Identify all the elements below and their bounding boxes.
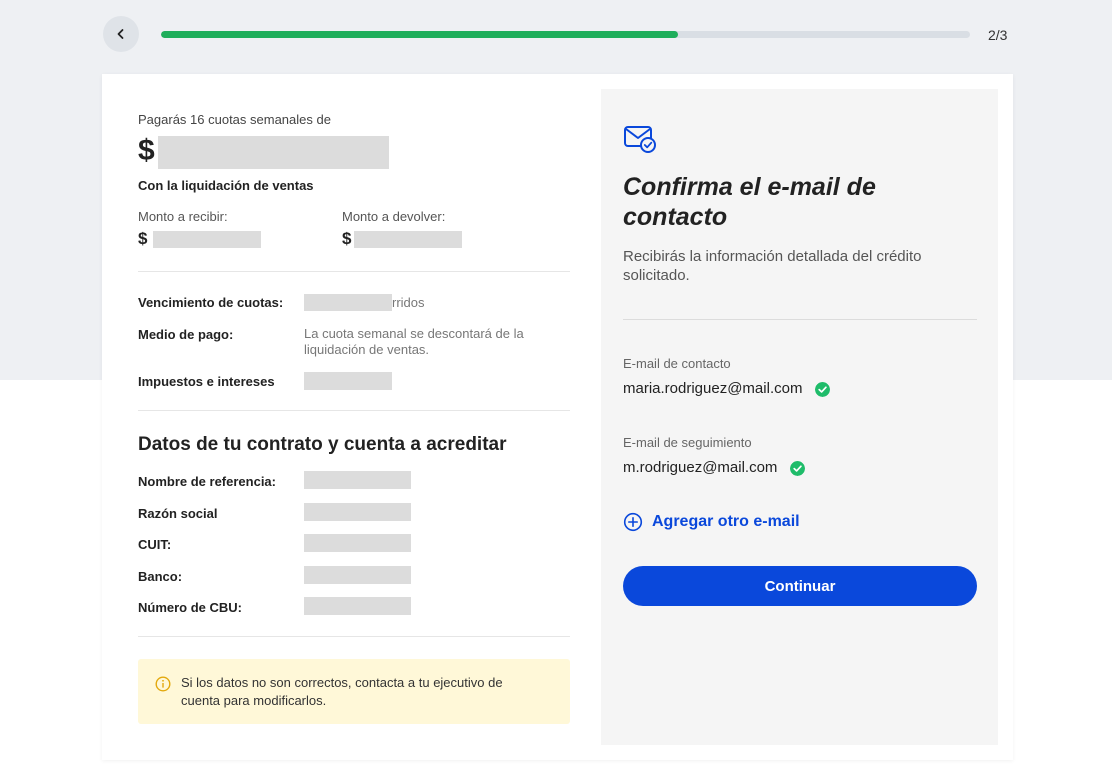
payment-value: La cuota semanal se descontará de la liq… [304, 326, 524, 357]
field-label-bank: Banco: [138, 569, 183, 584]
due-value-suffix: rridos [392, 295, 425, 310]
add-email-label: Agregar otro e-mail [652, 513, 800, 530]
field-value-redacted [304, 534, 411, 552]
notice-text: Si los datos no son correctos, contacta … [181, 675, 503, 708]
field-label-company-name: Razón social [138, 506, 218, 521]
field-label-reference-name: Nombre de referencia: [138, 474, 276, 489]
contact-email-row: maria.rodriguez@mail.com [623, 380, 830, 397]
panel-title: Confirma el e-mail de contacto [623, 173, 876, 231]
return-amount-redacted [354, 231, 462, 248]
check-circle-icon [789, 460, 805, 476]
installments-intro: Pagarás 16 cuotas semanales de [138, 112, 331, 127]
add-email-button[interactable]: Agregar otro e-mail [623, 512, 800, 532]
field-value-redacted [304, 566, 411, 584]
receive-amount-redacted [153, 231, 261, 248]
chevron-left-icon [117, 29, 124, 39]
amount-subtitle: Con la liquidación de ventas [138, 178, 314, 193]
taxes-label: Impuestos e intereses [138, 374, 275, 389]
amount-currency: $ [138, 134, 155, 167]
progress-bar [161, 31, 970, 38]
check-circle-icon [814, 381, 830, 397]
followup-email-value: m.rodriguez@mail.com [623, 459, 778, 476]
taxes-value-redacted [304, 372, 392, 390]
correction-notice: Si los datos no son correctos, contacta … [138, 659, 570, 724]
field-value-redacted [304, 503, 411, 521]
return-currency: $ [342, 229, 352, 248]
divider [623, 319, 977, 320]
due-label: Vencimiento de cuotas: [138, 295, 284, 310]
email-confirmation-panel: Confirma el e-mail de contacto Recibirás… [601, 89, 998, 745]
receive-currency: $ [138, 229, 148, 248]
plus-circle-icon [623, 512, 643, 532]
progress-fill [161, 31, 678, 38]
followup-email-label: E-mail de seguimiento [623, 435, 752, 450]
contact-email-value: maria.rodriguez@mail.com [623, 380, 803, 397]
back-button[interactable] [103, 16, 139, 52]
divider [138, 636, 570, 637]
field-value-redacted [304, 597, 411, 615]
step-counter: 2/3 [988, 27, 1008, 43]
receive-label: Monto a recibir: [138, 209, 228, 224]
mail-check-icon [624, 126, 656, 153]
field-value-redacted [304, 471, 411, 489]
amount-redacted [158, 136, 389, 169]
contract-title: Datos de tu contrato y cuenta a acredita… [138, 434, 507, 455]
contact-email-label: E-mail de contacto [623, 356, 731, 371]
followup-email-row: m.rodriguez@mail.com [623, 459, 805, 476]
field-label-cuit: CUIT: [138, 537, 172, 552]
divider [138, 410, 570, 411]
credit-summary-card: Pagarás 16 cuotas semanales de $ Con la … [102, 74, 1013, 760]
panel-subtitle: Recibirás la información detallada del c… [623, 248, 922, 284]
field-label-cbu: Número de CBU: [138, 600, 243, 615]
return-label: Monto a devolver: [342, 209, 446, 224]
divider [138, 271, 570, 272]
continue-button[interactable]: Continuar [623, 566, 977, 606]
info-icon [155, 676, 171, 692]
due-value-redacted [304, 294, 392, 311]
payment-label: Medio de pago: [138, 327, 234, 342]
